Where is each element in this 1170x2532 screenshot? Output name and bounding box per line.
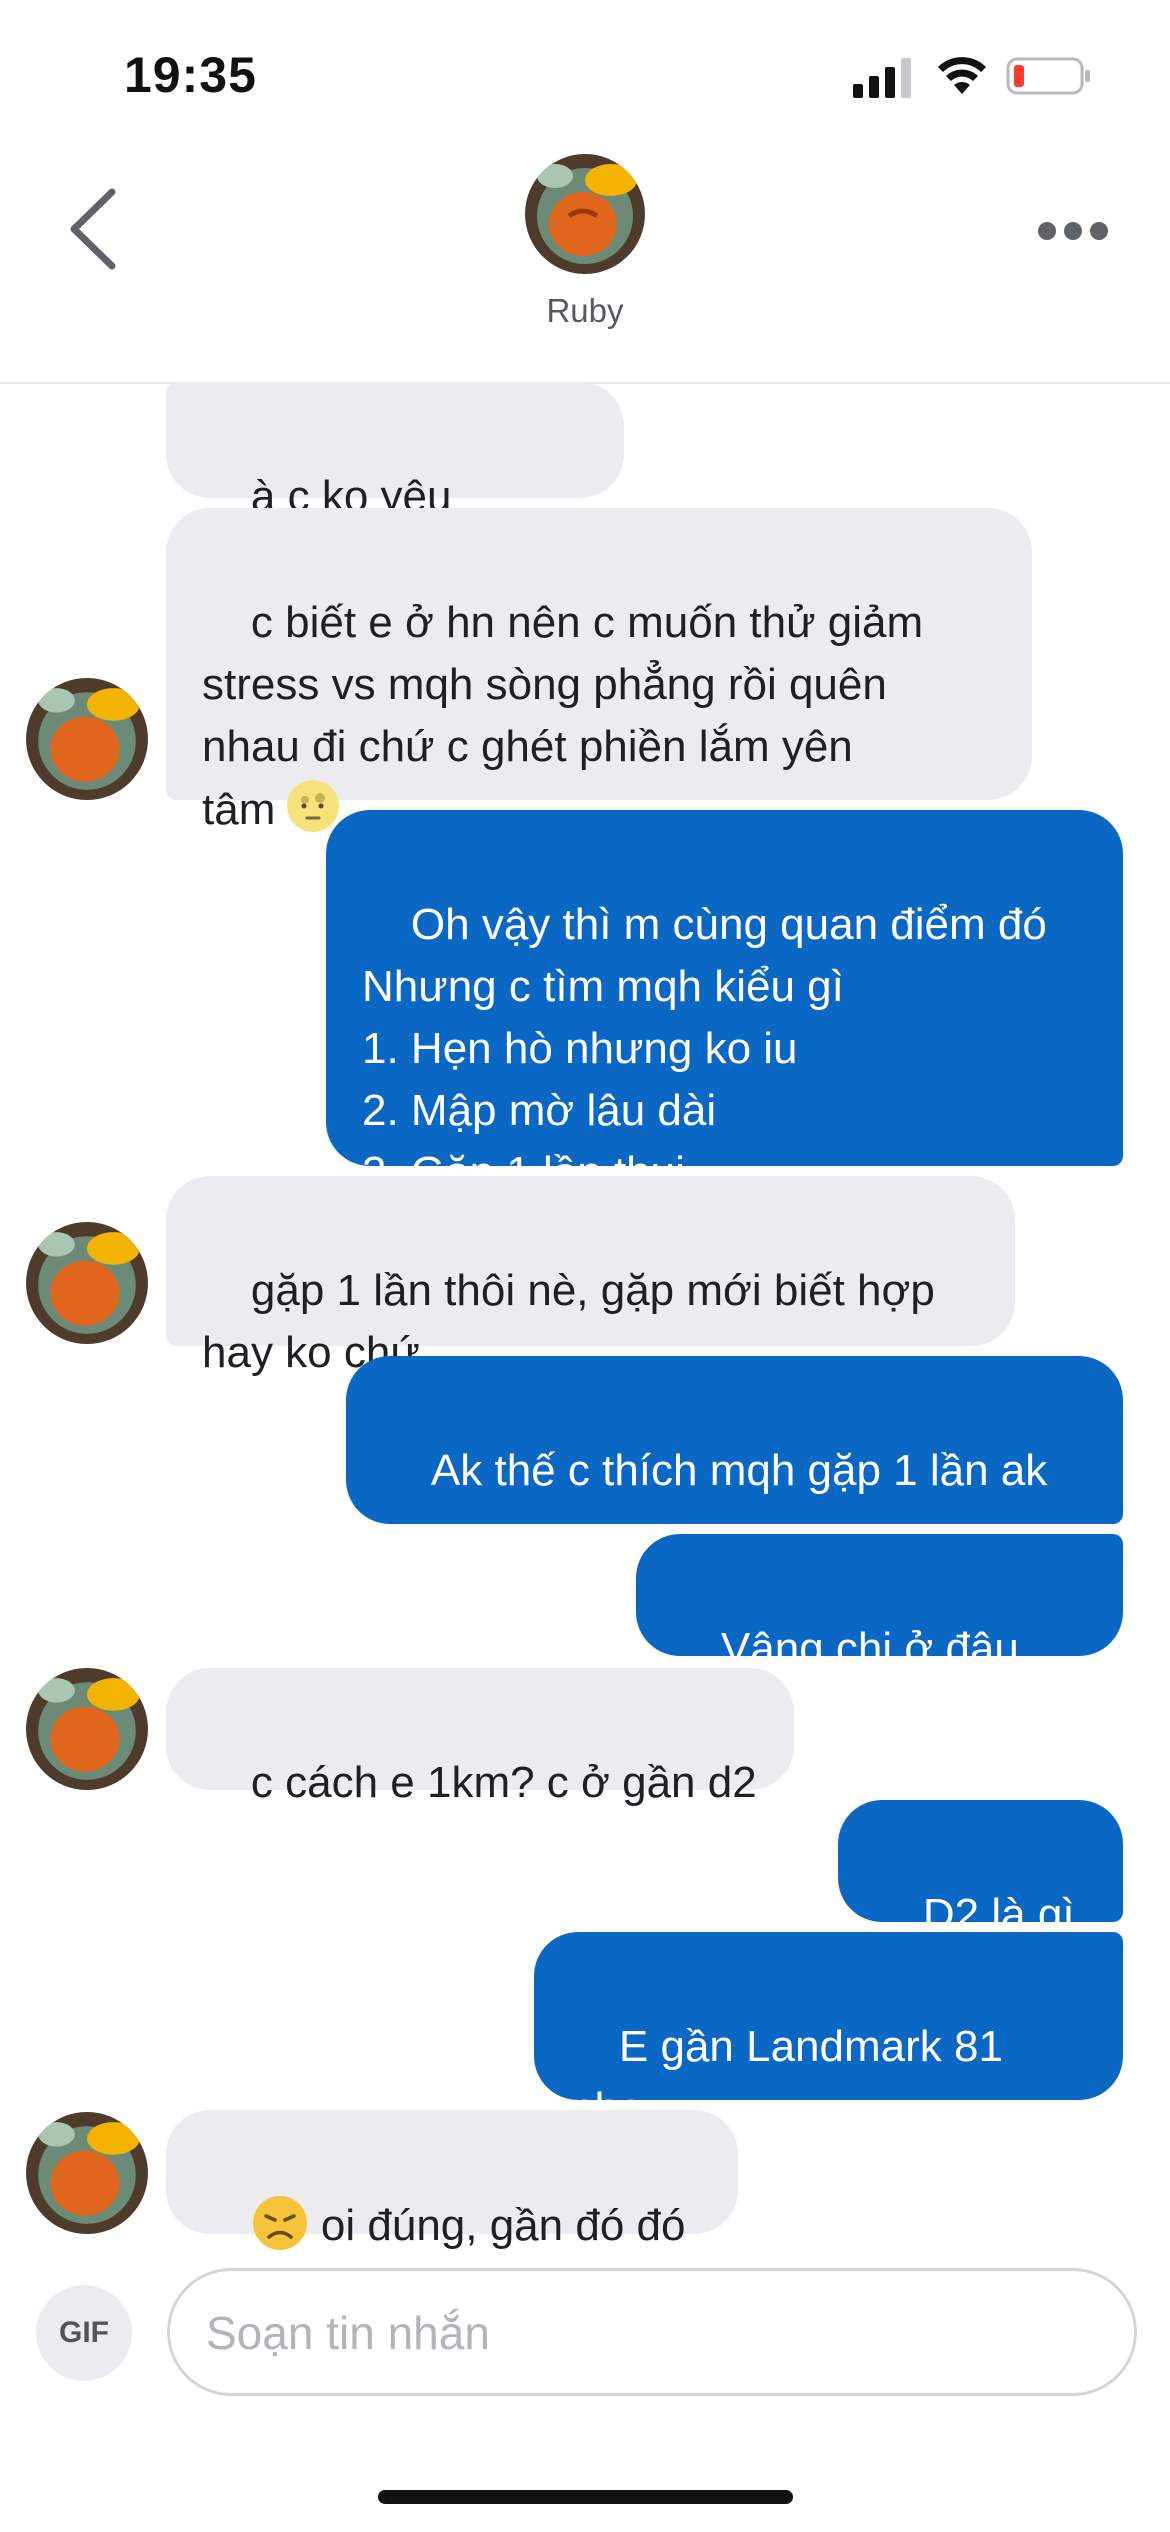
message-bubble-incoming[interactable]: gặp 1 lần thôi nè, gặp mới biết hợp hay …	[166, 1176, 1015, 1377]
message-input[interactable]	[204, 2271, 1108, 2395]
cellular-signal-icon	[853, 58, 911, 98]
gif-button[interactable]: GIF	[36, 2285, 132, 2381]
sender-avatar[interactable]	[26, 2112, 148, 2234]
message-bubble-incoming[interactable]: c biết e ở hn nên c muốn thử giảm stress…	[166, 508, 1032, 834]
sender-avatar[interactable]	[26, 1668, 148, 1790]
status-time: 19:35	[124, 47, 257, 103]
back-chevron-icon[interactable]	[60, 184, 130, 274]
message-bubble-outgoing[interactable]: Vâng chị ở đâu nhỉ	[636, 1534, 1123, 1735]
message-text: Ak thế c thích mqh gặp 1 lần ak	[430, 1446, 1048, 1495]
disappointed-face-icon	[252, 2196, 307, 2250]
sender-avatar[interactable]	[26, 1222, 148, 1344]
message-text: Oh vậy thì m cùng quan điểm đó Nhưng c t…	[362, 900, 1047, 1197]
message-bubble-incoming[interactable]: oi đúng, gần đó đó	[166, 2110, 738, 2250]
message-bubble-outgoing[interactable]: Oh vậy thì m cùng quan điểm đó Nhưng c t…	[326, 810, 1123, 1197]
message-text: c cách e 1km? c ở gần d2	[250, 1758, 757, 1807]
battery-icon	[1006, 57, 1090, 95]
message-composer	[167, 2268, 1137, 2396]
home-indicator	[378, 2490, 793, 2504]
avatar-photo-icon	[26, 1222, 148, 1344]
contact-avatar[interactable]	[525, 154, 645, 274]
message-bubble-outgoing[interactable]: E gần Landmark 81 nha	[534, 1932, 1123, 2133]
contact-name: Ruby	[546, 292, 624, 329]
more-options-icon[interactable]	[1035, 216, 1111, 246]
moon-face-emoji	[285, 780, 341, 834]
message-bubble-outgoing[interactable]: Ak thế c thích mqh gặp 1 lần ak	[346, 1356, 1123, 1524]
avatar-photo-icon	[26, 2112, 148, 2234]
disappointed-face-emoji	[251, 2196, 321, 2250]
message-bubble-incoming[interactable]: c cách e 1km? c ở gần d2	[166, 1668, 794, 1807]
avatar-photo-icon	[26, 678, 148, 800]
wifi-icon	[938, 57, 986, 94]
message-text: oi đúng, gần đó đó	[320, 2201, 686, 2250]
message-bubble-outgoing[interactable]: D2 là gì ạ	[838, 1800, 1123, 2001]
status-bar: 19:35	[0, 0, 1170, 150]
moon-face-icon	[287, 780, 340, 832]
sender-avatar[interactable]	[26, 678, 148, 800]
avatar-photo-icon	[26, 1668, 148, 1790]
avatar-photo-icon	[525, 154, 645, 274]
message-bubble-incoming[interactable]: à c ko yêu đương	[166, 382, 624, 583]
chat-header: Ruby	[0, 150, 1170, 384]
